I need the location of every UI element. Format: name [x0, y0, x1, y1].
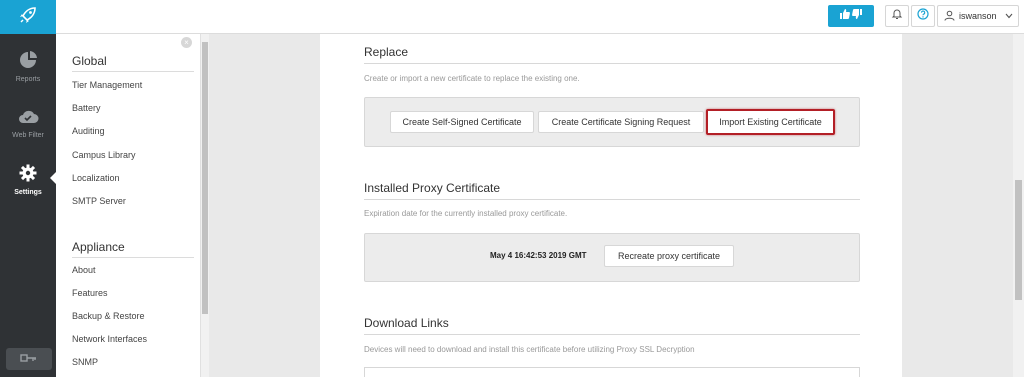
installed-proxy-description: Expiration date for the currently instal… — [364, 209, 568, 218]
replace-title: Replace — [364, 45, 409, 59]
subnav-item-backup-restore[interactable]: Backup & Restore — [72, 311, 145, 321]
recreate-proxy-certificate-button[interactable]: Recreate proxy certificate — [604, 245, 734, 267]
pie-chart-icon — [0, 50, 56, 72]
scrollbar-thumb[interactable] — [202, 42, 208, 314]
key-icon — [20, 350, 38, 368]
import-existing-certificate-button[interactable]: Import Existing Certificate — [706, 109, 835, 135]
divider — [72, 257, 194, 258]
rail-item-settings[interactable]: Settings — [0, 163, 56, 196]
cloud-check-icon — [0, 108, 56, 128]
replace-description: Create or import a new certificate to re… — [364, 74, 580, 83]
notifications-button[interactable] — [885, 5, 909, 27]
subnav-item-about[interactable]: About — [72, 265, 96, 275]
download-links-title: Download Links — [364, 316, 449, 330]
top-header: iswanson — [56, 0, 1024, 34]
thumbs-up-down-icon — [839, 7, 863, 25]
divider — [364, 63, 860, 64]
left-rail: Reports Web Filter Settings — [0, 0, 56, 377]
divider — [364, 199, 860, 200]
rocket-icon — [18, 5, 38, 30]
divider — [72, 71, 194, 72]
download-links-box — [364, 367, 860, 377]
close-icon[interactable]: × — [181, 37, 192, 48]
rail-item-web-filter[interactable]: Web Filter — [0, 108, 56, 139]
subnav-scrollbar[interactable] — [200, 34, 209, 377]
subnav-item-localization[interactable]: Localization — [72, 173, 120, 183]
download-links-description: Devices will need to download and instal… — [364, 345, 695, 354]
subnav-item-features[interactable]: Features — [72, 288, 108, 298]
create-self-signed-button[interactable]: Create Self-Signed Certificate — [390, 111, 534, 133]
gear-icon — [0, 163, 56, 185]
scrollbar-thumb[interactable] — [1015, 180, 1022, 300]
chevron-down-icon — [1005, 11, 1013, 21]
app-logo[interactable] — [0, 0, 56, 34]
subnav-item-battery[interactable]: Battery — [72, 103, 101, 113]
rail-bottom-button[interactable] — [6, 348, 52, 370]
rail-item-label: Reports — [15, 76, 41, 83]
expiry-date: May 4 16:42:53 2019 GMT — [490, 251, 587, 260]
subnav-item-snmp[interactable]: SNMP — [72, 357, 98, 367]
divider — [364, 334, 860, 335]
subnav-section-title: Global — [72, 54, 107, 68]
username: iswanson — [959, 11, 997, 21]
user-icon — [944, 10, 955, 23]
subnav-item-auditing[interactable]: Auditing — [72, 126, 105, 136]
subnav-item-tier-management[interactable]: Tier Management — [72, 80, 142, 90]
help-icon — [917, 7, 929, 25]
main-scrollbar[interactable] — [1013, 34, 1024, 377]
subnav-item-campus-library[interactable]: Campus Library — [72, 150, 136, 160]
create-csr-button[interactable]: Create Certificate Signing Request — [538, 111, 704, 133]
user-menu[interactable]: iswanson — [937, 5, 1019, 27]
feedback-button[interactable] — [828, 5, 874, 27]
rail-item-reports[interactable]: Reports — [0, 50, 56, 83]
subnav-item-network-interfaces[interactable]: Network Interfaces — [72, 334, 147, 344]
subnav-section-title: Appliance — [72, 240, 125, 254]
rail-item-label: Settings — [14, 189, 42, 196]
rail-item-label: Web Filter — [12, 132, 44, 139]
installed-proxy-title: Installed Proxy Certificate — [364, 181, 501, 195]
help-button[interactable] — [911, 5, 935, 27]
bell-icon — [891, 7, 903, 25]
subnav-item-smtp-server[interactable]: SMTP Server — [72, 196, 126, 206]
